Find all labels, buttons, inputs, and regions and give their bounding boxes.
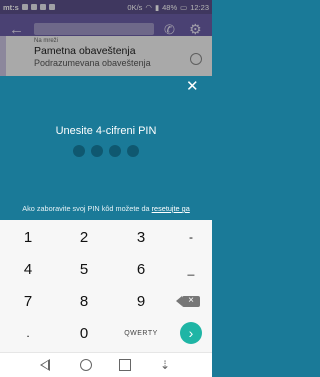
close-icon[interactable]: ✕ bbox=[186, 79, 199, 94]
key-0[interactable]: 0 bbox=[64, 320, 104, 346]
back-icon[interactable] bbox=[40, 359, 50, 371]
key-underscore[interactable]: _ bbox=[171, 256, 211, 282]
system-nav-bar: ⇣ bbox=[0, 352, 212, 377]
forgot-pin-text: Ako zaboravite svoj PIN kôd možete da re… bbox=[0, 204, 212, 213]
home-icon[interactable] bbox=[80, 359, 92, 371]
qwerty-toggle[interactable]: QWERTY bbox=[121, 320, 161, 346]
arrow-right-icon: › bbox=[180, 322, 202, 344]
backspace-key[interactable]: × bbox=[171, 288, 211, 314]
reset-pin-link[interactable]: resetujte ga bbox=[152, 204, 190, 213]
backspace-icon: × bbox=[176, 295, 200, 307]
pin-dot bbox=[91, 145, 103, 157]
key-6[interactable]: 6 bbox=[121, 256, 161, 282]
pin-title: Unesite 4-cifreni PIN bbox=[55, 125, 157, 137]
key-1[interactable]: 1 bbox=[8, 224, 48, 250]
numeric-keypad: 1 2 3 - 4 5 6 _ 7 8 9 × . 0 QWERTY › bbox=[0, 220, 212, 352]
key-4[interactable]: 4 bbox=[8, 256, 48, 282]
pin-dots bbox=[0, 145, 212, 157]
key-5[interactable]: 5 bbox=[64, 256, 104, 282]
key-minus[interactable]: - bbox=[171, 224, 211, 250]
key-2[interactable]: 2 bbox=[64, 224, 104, 250]
key-7[interactable]: 7 bbox=[8, 288, 48, 314]
go-button[interactable]: › bbox=[171, 320, 211, 346]
key-8[interactable]: 8 bbox=[64, 288, 104, 314]
pin-dot bbox=[109, 145, 121, 157]
key-period[interactable]: . bbox=[8, 320, 48, 346]
key-3[interactable]: 3 bbox=[121, 224, 161, 250]
dim-overlay bbox=[0, 0, 212, 76]
pin-dialog: ✕ Unesite 4-cifreni PIN Ako zaboravite s… bbox=[0, 76, 212, 220]
forgot-pin-label: Ako zaboravite svoj PIN kôd možete da bbox=[22, 204, 152, 213]
key-9[interactable]: 9 bbox=[121, 288, 161, 314]
pin-dot bbox=[73, 145, 85, 157]
recent-apps-icon[interactable] bbox=[119, 359, 131, 371]
pin-dot bbox=[127, 145, 139, 157]
notifications-icon[interactable]: ⇣ bbox=[160, 358, 170, 372]
